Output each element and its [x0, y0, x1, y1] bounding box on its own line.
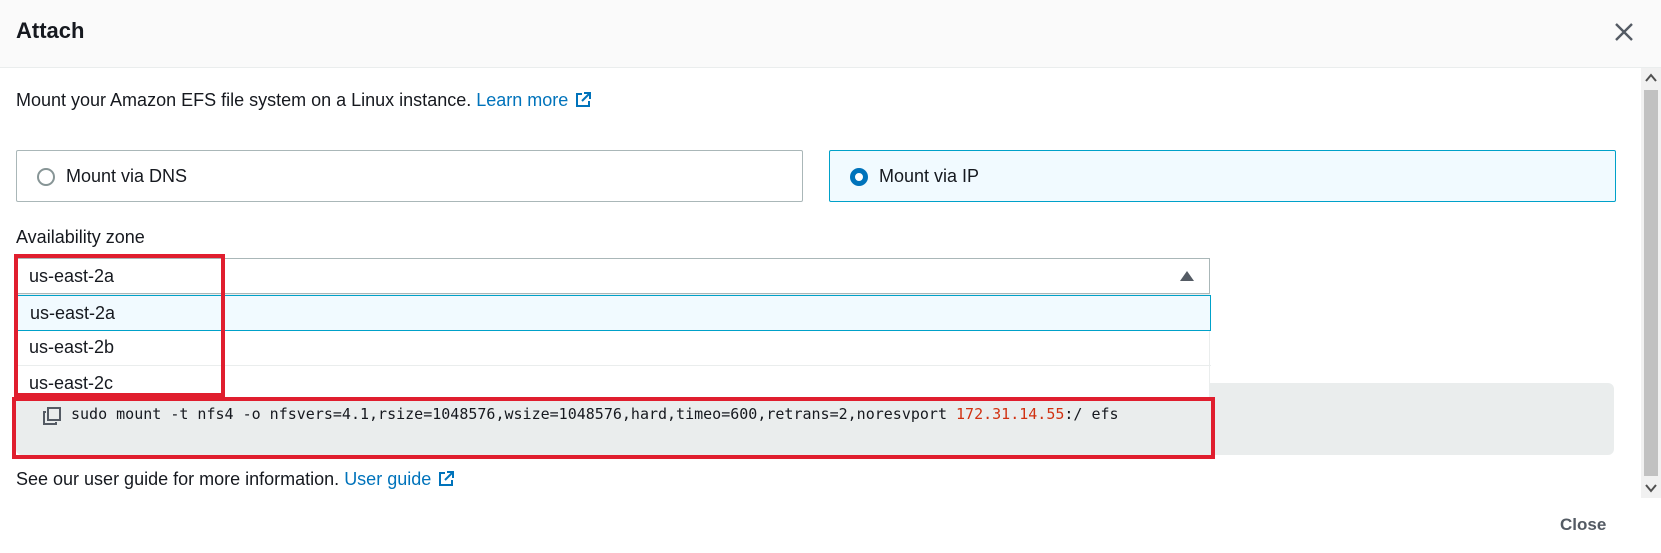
radio-dns[interactable] — [37, 168, 55, 186]
select-current-value: us-east-2a — [29, 266, 115, 286]
radio-ip[interactable] — [850, 168, 868, 186]
scroll-down-icon[interactable] — [1641, 478, 1661, 498]
scroll-up-icon[interactable] — [1641, 68, 1661, 88]
copy-icon[interactable] — [43, 407, 61, 425]
attach-dialog: Attach Mount your Amazon EFS file system… — [0, 0, 1661, 553]
option-us-east-2c[interactable]: us-east-2c — [17, 366, 1211, 402]
learn-more-link[interactable]: Learn more — [476, 90, 592, 110]
dialog-header: Attach — [0, 0, 1661, 68]
mount-via-dns-tile[interactable]: Mount via DNS — [16, 150, 803, 202]
external-link-icon — [576, 92, 592, 107]
scroll-thumb[interactable] — [1644, 90, 1658, 476]
mount-via-ip-label: Mount via IP — [879, 166, 980, 186]
user-guide-line: See our user guide for more information.… — [16, 469, 455, 490]
user-guide-link[interactable]: User guide — [344, 469, 455, 489]
dialog-body: Mount your Amazon EFS file system on a L… — [0, 68, 1641, 498]
user-guide-label: User guide — [344, 469, 432, 489]
dialog-title: Attach — [16, 18, 85, 43]
close-icon[interactable] — [1610, 18, 1638, 46]
command-suffix: :/ efs — [1064, 405, 1119, 423]
description-line: Mount your Amazon EFS file system on a L… — [16, 90, 592, 111]
mount-command: sudo mount -t nfs4 -o nfsvers=4.1,rsize=… — [71, 405, 1119, 423]
caret-up-icon — [1180, 271, 1194, 281]
option-label: us-east-2b — [29, 337, 115, 357]
command-prefix: sudo mount -t nfs4 -o nfsvers=4.1,rsize=… — [71, 405, 947, 423]
availability-zone-select[interactable]: us-east-2a — [16, 258, 1210, 294]
mount-via-ip-tile[interactable]: Mount via IP — [829, 150, 1616, 202]
guide-text: See our user guide for more information. — [16, 469, 340, 489]
option-us-east-2b[interactable]: us-east-2b — [17, 330, 1211, 366]
description-text: Mount your Amazon EFS file system on a L… — [16, 90, 472, 110]
learn-more-label: Learn more — [476, 90, 569, 110]
availability-zone-label: Availability zone — [16, 227, 145, 247]
external-link-icon — [439, 471, 455, 486]
close-button[interactable]: Close — [1560, 515, 1606, 535]
command-ip: 172.31.14.55 — [956, 405, 1065, 423]
option-label: us-east-2c — [29, 373, 114, 393]
option-us-east-2a[interactable]: us-east-2a — [17, 295, 1211, 331]
availability-zone-dropdown: us-east-2a us-east-2b us-east-2c — [16, 294, 1211, 402]
vertical-scrollbar[interactable] — [1641, 68, 1661, 498]
mount-via-dns-label: Mount via DNS — [66, 166, 188, 186]
option-label: us-east-2a — [30, 303, 116, 323]
